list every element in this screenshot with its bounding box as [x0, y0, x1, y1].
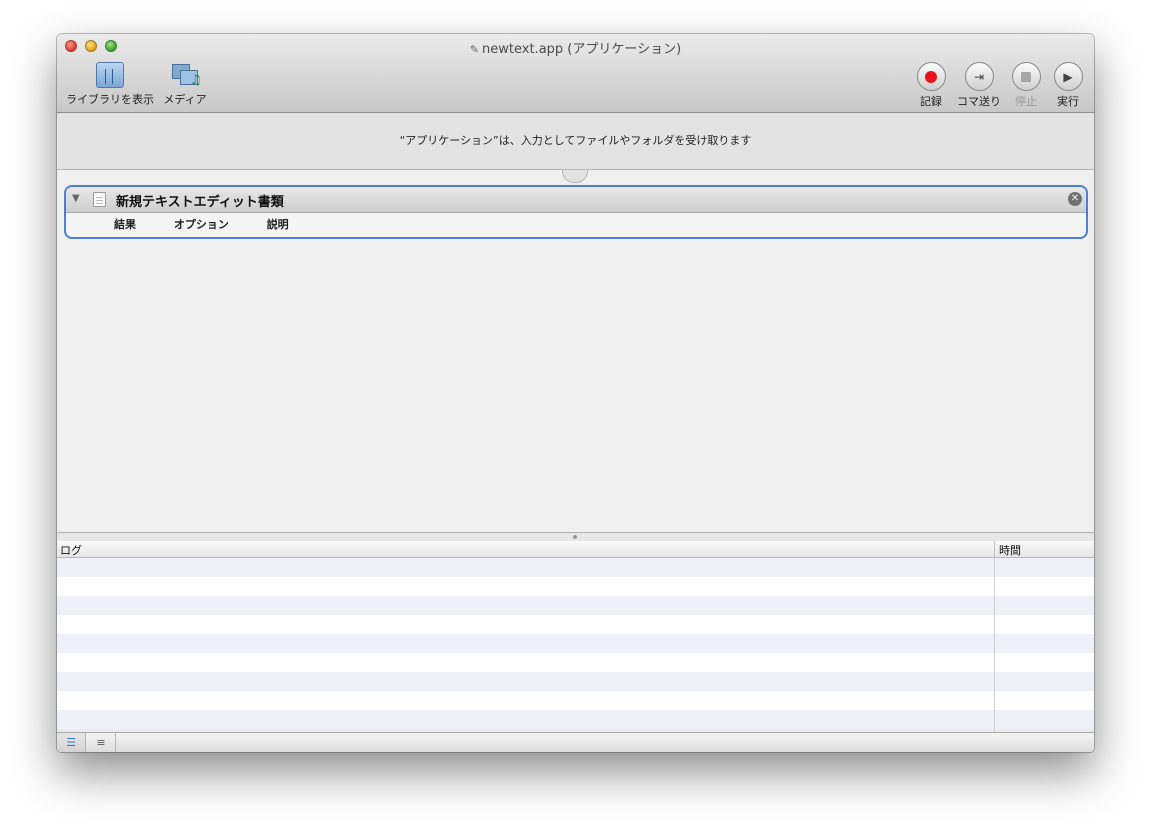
textedit-document-icon [93, 192, 106, 207]
table-row [57, 710, 1094, 729]
disclosure-triangle-icon[interactable]: ▼ [72, 193, 80, 204]
library-icon [96, 62, 124, 88]
workflow-input-message: “アプリケーション”は、入力としてファイルやフォルダを受け取ります [399, 134, 752, 147]
show-library-label: ライブラリを表示 [66, 93, 154, 106]
media-label: メディア [163, 93, 207, 106]
show-library-button[interactable]: ライブラリを表示 [65, 62, 155, 107]
step-icon: ⇥ [964, 62, 994, 91]
step-label: コマ送り [957, 95, 1001, 108]
table-row [57, 653, 1094, 672]
action-title: 新規テキストエディット書類 [116, 195, 284, 210]
run-label: 実行 [1057, 95, 1079, 108]
media-icon: ♫ [170, 62, 202, 88]
window-title-area: ✎ newtext.app (アプリケーション) [57, 38, 1094, 57]
divider-grip-icon[interactable] [573, 535, 577, 539]
workflow-input-connector [562, 170, 588, 183]
workflow-document-icon: ✎ [469, 43, 480, 56]
tab-description[interactable]: 説明 [267, 218, 289, 231]
list-view-icon[interactable]: ☰ [57, 733, 86, 752]
variables-view-icon[interactable]: ≡ [87, 733, 116, 752]
table-row [57, 558, 1094, 577]
table-row [57, 672, 1094, 691]
stop-button[interactable]: 停止 [1007, 62, 1045, 109]
step-button[interactable]: ⇥ コマ送り [953, 62, 1005, 109]
action-header[interactable]: ▼ 新規テキストエディット書類 ✕ [66, 187, 1086, 213]
action-tabs: 結果 オプション 説明 [114, 216, 323, 232]
log-table-header: ログ 時間 [57, 541, 1094, 558]
action-box[interactable]: ▼ 新規テキストエディット書類 ✕ 結果 オプション 説明 [64, 185, 1088, 239]
record-icon [916, 62, 946, 91]
table-row [57, 577, 1094, 596]
log-column-header[interactable]: ログ [60, 542, 82, 558]
window-title: newtext.app (アプリケーション) [482, 42, 682, 57]
title-bar: ✎ newtext.app (アプリケーション) ライブラリを表示 ♫ メディア … [57, 34, 1094, 113]
bottom-bar: ☰ ≡ [57, 732, 1094, 752]
automator-window: ✎ newtext.app (アプリケーション) ライブラリを表示 ♫ メディア … [57, 34, 1094, 752]
workflow-area[interactable]: ▼ 新規テキストエディット書類 ✕ 結果 オプション 説明 [57, 170, 1094, 532]
log-table[interactable] [57, 558, 1094, 732]
workflow-input-info: “アプリケーション”は、入力としてファイルやフォルダを受け取ります [57, 113, 1094, 170]
run-button[interactable]: ▶ 実行 [1049, 62, 1087, 109]
remove-action-icon[interactable]: ✕ [1068, 192, 1082, 206]
play-icon: ▶ [1053, 62, 1083, 91]
tab-results[interactable]: 結果 [114, 218, 136, 231]
stop-label: 停止 [1015, 95, 1037, 108]
record-label: 記録 [920, 95, 942, 108]
stop-icon [1011, 62, 1041, 91]
media-button[interactable]: ♫ メディア [160, 62, 210, 107]
record-button[interactable]: 記録 [912, 62, 950, 109]
table-row [57, 615, 1094, 634]
tab-options[interactable]: オプション [174, 218, 229, 231]
time-column-header[interactable]: 時間 [999, 542, 1021, 558]
table-row [57, 691, 1094, 710]
table-row [57, 596, 1094, 615]
table-row [57, 634, 1094, 653]
